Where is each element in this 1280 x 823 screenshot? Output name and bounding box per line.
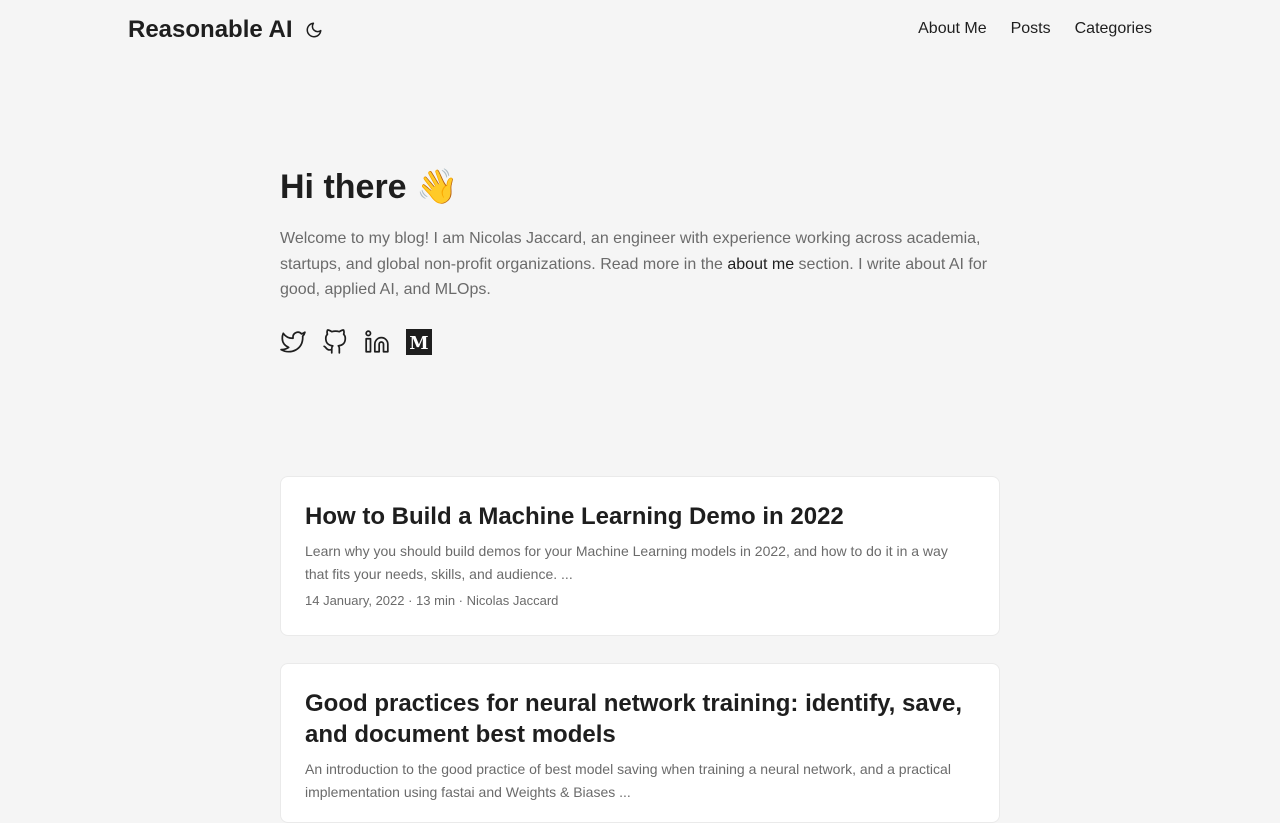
social-icons: M bbox=[280, 328, 1000, 355]
post-card[interactable]: Good practices for neural network traini… bbox=[280, 663, 1000, 823]
post-summary: Learn why you should build demos for you… bbox=[305, 543, 948, 582]
hero-intro: Welcome to my blog! I am Nicolas Jaccard… bbox=[280, 226, 1000, 303]
medium-icon[interactable]: M bbox=[406, 328, 432, 355]
main-nav: About Me Posts Categories bbox=[918, 19, 1152, 39]
post-card[interactable]: How to Build a Machine Learning Demo in … bbox=[280, 476, 1000, 636]
site-logo-link[interactable]: Reasonable AI bbox=[128, 15, 293, 45]
site-header: Reasonable AI About Me Posts Categories bbox=[0, 0, 1280, 60]
post-meta: 14 January, 2022 · 13 min · Nicolas Jacc… bbox=[305, 593, 559, 608]
svg-text:M: M bbox=[409, 334, 428, 354]
linkedin-icon[interactable] bbox=[364, 329, 390, 355]
moon-icon[interactable] bbox=[303, 19, 325, 41]
nav-about-me[interactable]: About Me bbox=[918, 19, 986, 39]
logo-wrap: Reasonable AI bbox=[128, 15, 325, 45]
about-me-link[interactable]: about me bbox=[727, 256, 794, 273]
post-title[interactable]: Good practices for neural network traini… bbox=[305, 688, 975, 750]
hero-title: Hi there 👋 bbox=[280, 168, 459, 206]
hero-section: Hi there 👋 Welcome to my blog! I am Nico… bbox=[280, 166, 1000, 355]
github-icon[interactable] bbox=[322, 328, 348, 355]
post-summary: An introduction to the good practice of … bbox=[305, 761, 951, 800]
post-title[interactable]: How to Build a Machine Learning Demo in … bbox=[305, 501, 975, 532]
twitter-icon[interactable] bbox=[280, 329, 306, 355]
nav-posts[interactable]: Posts bbox=[1011, 19, 1051, 39]
nav-categories[interactable]: Categories bbox=[1075, 19, 1152, 39]
